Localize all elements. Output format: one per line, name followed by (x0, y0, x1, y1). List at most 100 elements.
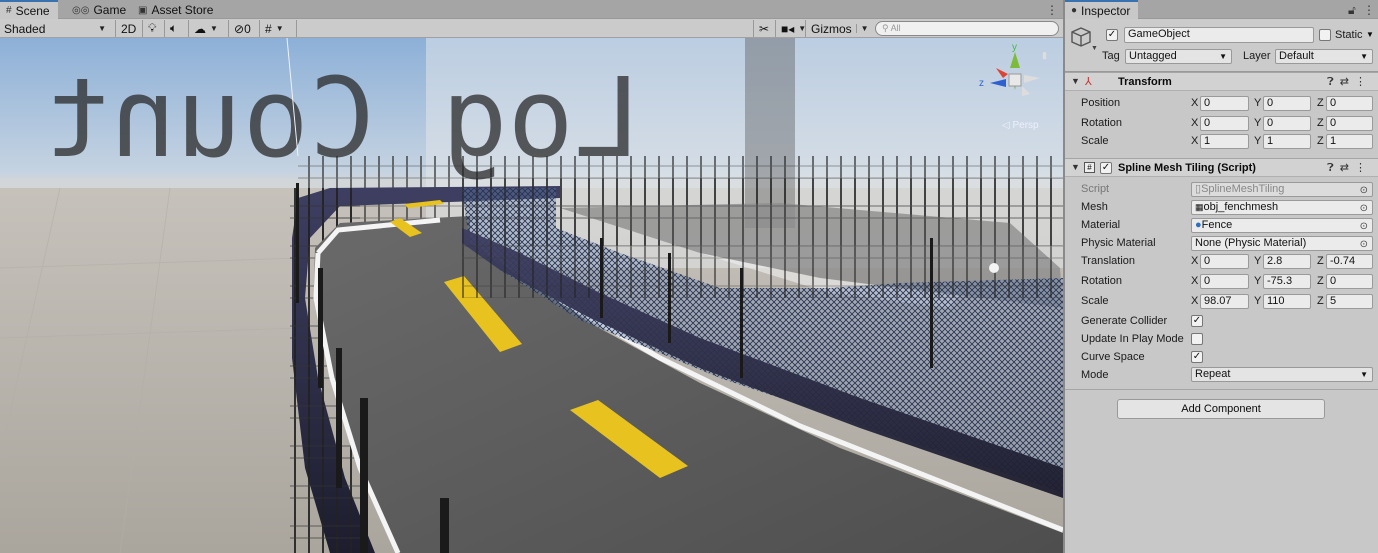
search-placeholder: All (890, 23, 901, 33)
audio-toggle[interactable]: 🔈︎ (164, 20, 182, 37)
lock-view-icon[interactable]: ▮ (1042, 50, 1047, 61)
gameobject-cube-icon (1071, 27, 1091, 47)
toggle-2d-button[interactable]: 2D (115, 20, 141, 37)
persp-label[interactable]: ◁ Persp (1002, 120, 1039, 131)
physic-material-label: Physic Material (1081, 237, 1156, 249)
scene-menu-icon[interactable]: ⋮ (1046, 3, 1058, 17)
axis-x-label: X (1191, 117, 1199, 129)
scene-viewport[interactable]: Log Count y z ◁ Persp ▮ (0, 38, 1063, 553)
update-in-play-label: Update In Play Mode (1081, 333, 1184, 345)
mode-label: Mode (1081, 369, 1109, 381)
gizmos-button[interactable]: Gizmos ▼ (805, 20, 874, 37)
scale-x: 1 (1204, 135, 1211, 147)
curve-space-label: Curve Space (1081, 351, 1145, 363)
scale-x-field[interactable]: 1 (1200, 134, 1249, 149)
material-sphere-icon: ● (1195, 219, 1202, 231)
gizmos-label: Gizmos (811, 21, 852, 36)
layer-dropdown[interactable]: Default ▼ (1275, 49, 1373, 64)
mode-dropdown[interactable]: Repeat ▼ (1191, 367, 1373, 382)
mesh-field[interactable]: ▦obj_fenchmesh ⊙ (1191, 200, 1373, 215)
translation-y-field[interactable]: 2.8 (1263, 254, 1311, 269)
spline-scale-y-field[interactable]: 110 (1263, 294, 1311, 309)
spline-rotation-x-field[interactable]: 0 (1200, 274, 1249, 289)
lock-icon[interactable]: 🔓︎ (1348, 3, 1356, 18)
effects-toggle[interactable]: ☁︎ ▼ (188, 20, 223, 37)
preset-icon[interactable]: ⇄ (1340, 76, 1355, 88)
chevron-down-icon[interactable]: ▼ (1366, 30, 1374, 39)
scene-search-input[interactable]: ⚲ All (875, 21, 1059, 36)
update-in-play-checkbox[interactable] (1191, 333, 1203, 345)
scale-label: Scale (1081, 135, 1109, 147)
axis-x-label: X (1191, 135, 1199, 147)
hidden-objects-toggle[interactable]: ⊘ 0 (228, 20, 256, 37)
tab-inspector[interactable]: ● Inspector (1065, 0, 1139, 19)
object-picker-icon[interactable]: ⊙ (1360, 202, 1368, 214)
tools-button[interactable]: ✂︎ (753, 20, 774, 37)
grid-toggle[interactable]: # ▼ (259, 20, 289, 37)
rotation-x-field[interactable]: 0 (1200, 116, 1249, 131)
shading-mode-dropdown[interactable]: Shaded ▼ (4, 20, 108, 37)
preset-icon[interactable]: ⇄ (1340, 162, 1355, 174)
axis-y-label: Y (1254, 117, 1262, 129)
gameobject-active-checkbox[interactable]: ✓ (1106, 29, 1118, 41)
curve-space-checkbox[interactable]: ✓ (1191, 351, 1203, 363)
material-field[interactable]: ●Fence ⊙ (1191, 218, 1373, 233)
static-checkbox[interactable] (1319, 29, 1331, 41)
tab-asset-store[interactable]: ▣ Asset Store (132, 1, 221, 19)
spline-scale-x-field[interactable]: 98.07 (1200, 294, 1249, 309)
spline-rotation-z: 0 (1330, 275, 1337, 287)
component-menu-icon[interactable]: ⋮ (1355, 76, 1372, 88)
spline-mesh-tiling-header[interactable]: ▼ # ✓ Spline Mesh Tiling (Script) ❓︎⇄⋮ (1065, 158, 1378, 177)
lighting-toggle[interactable]: 💡︎ (142, 20, 161, 37)
fold-arrow-icon[interactable]: ▼ (1071, 162, 1080, 172)
scene-toolbar: Shaded ▼ 2D 💡︎ 🔈︎ ☁︎ ▼ ⊘ 0 # ▼ ✂︎ ■◂ ▼ Gizm… (0, 19, 1063, 38)
rotation-z-field[interactable]: 0 (1326, 116, 1373, 131)
persp-icon: ◁ (1002, 120, 1010, 131)
position-y-field[interactable]: 0 (1263, 96, 1311, 111)
help-icon[interactable]: ❓︎ (1327, 76, 1340, 88)
translation-z: -0.74 (1330, 255, 1356, 267)
toggle-2d-label: 2D (121, 21, 137, 36)
position-z-field[interactable]: 0 (1326, 96, 1373, 111)
persp-text: Persp (1012, 120, 1039, 131)
gizmo-z-label: z (979, 78, 984, 89)
layer-value: Default (1279, 50, 1314, 62)
position-x-field[interactable]: 0 (1200, 96, 1249, 111)
fold-arrow-icon[interactable]: ▼ (1071, 76, 1080, 86)
inspector-menu-icon[interactable]: ⋮ (1363, 3, 1375, 17)
component-icons[interactable]: ❓︎⇄⋮ (1327, 161, 1372, 175)
object-picker-icon[interactable]: ⊙ (1360, 238, 1368, 250)
tab-scene[interactable]: # Scene (0, 0, 58, 19)
tag-dropdown[interactable]: Untagged ▼ (1125, 49, 1232, 64)
spline-rotation-z-field[interactable]: 0 (1326, 274, 1373, 289)
scale-y-field[interactable]: 1 (1263, 134, 1311, 149)
material-label: Material (1081, 219, 1121, 231)
rotation-label: Rotation (1081, 117, 1122, 129)
spline-scale-z-field[interactable]: 5 (1326, 294, 1373, 309)
position-y: 0 (1267, 97, 1274, 109)
axis-y-label: Y (1254, 295, 1262, 307)
component-menu-icon[interactable]: ⋮ (1355, 162, 1372, 174)
gameobject-name-field[interactable]: GameObject (1124, 27, 1314, 43)
generate-collider-checkbox[interactable]: ✓ (1191, 315, 1203, 327)
translation-z-field[interactable]: -0.74 (1326, 254, 1373, 269)
scale-z: 1 (1330, 135, 1337, 147)
info-icon: ● (1071, 5, 1078, 16)
rotation-y-field[interactable]: 0 (1263, 116, 1311, 131)
scale-z-field[interactable]: 1 (1326, 134, 1373, 149)
scene-render: Log Count (0, 38, 1063, 553)
axis-x-label: X (1191, 97, 1199, 109)
tab-game[interactable]: ◎◎ Game (66, 1, 134, 19)
chevron-down-icon[interactable]: ▼ (1091, 45, 1098, 52)
physic-material-field[interactable]: None (Physic Material) ⊙ (1191, 236, 1373, 251)
translation-x-field[interactable]: 0 (1200, 254, 1249, 269)
spline-enabled-checkbox[interactable]: ✓ (1100, 162, 1112, 174)
add-component-button[interactable]: Add Component (1117, 399, 1325, 419)
transform-header[interactable]: ▼ ⅄ Transform ❓︎⇄⋮ (1065, 72, 1378, 91)
spline-rotation-y-field[interactable]: -75.3 (1263, 274, 1311, 289)
component-icons[interactable]: ❓︎⇄⋮ (1327, 75, 1372, 89)
mesh-icon: ▦ (1195, 202, 1204, 212)
object-picker-icon[interactable]: ⊙ (1360, 220, 1368, 232)
script-label: Script (1081, 183, 1110, 195)
help-icon[interactable]: ❓︎ (1327, 162, 1340, 174)
